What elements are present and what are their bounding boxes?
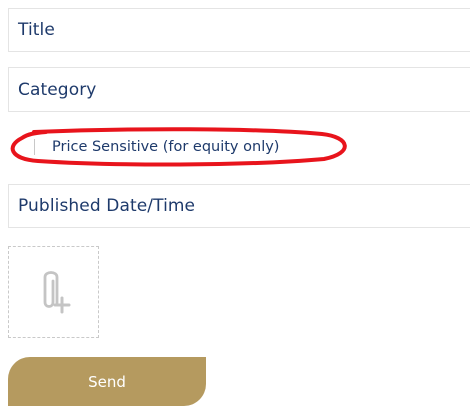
category-field-text: Category bbox=[18, 79, 97, 100]
price-sensitive-label: Price Sensitive (for equity only) bbox=[52, 139, 280, 155]
price-sensitive-checkbox[interactable]: Price Sensitive (for equity only) bbox=[34, 136, 279, 158]
published-datetime-field[interactable]: Published Date/Time bbox=[8, 184, 470, 228]
category-field[interactable]: Category bbox=[8, 67, 470, 112]
checkbox-box[interactable] bbox=[34, 139, 44, 155]
published-datetime-field-text: Published Date/Time bbox=[18, 196, 196, 216]
paperclip-plus-icon bbox=[43, 271, 70, 314]
attachment-upload-box[interactable] bbox=[8, 246, 99, 338]
title-field-text: Title bbox=[18, 20, 55, 40]
title-field[interactable]: Title bbox=[8, 8, 470, 52]
send-button[interactable]: Send bbox=[8, 357, 206, 406]
